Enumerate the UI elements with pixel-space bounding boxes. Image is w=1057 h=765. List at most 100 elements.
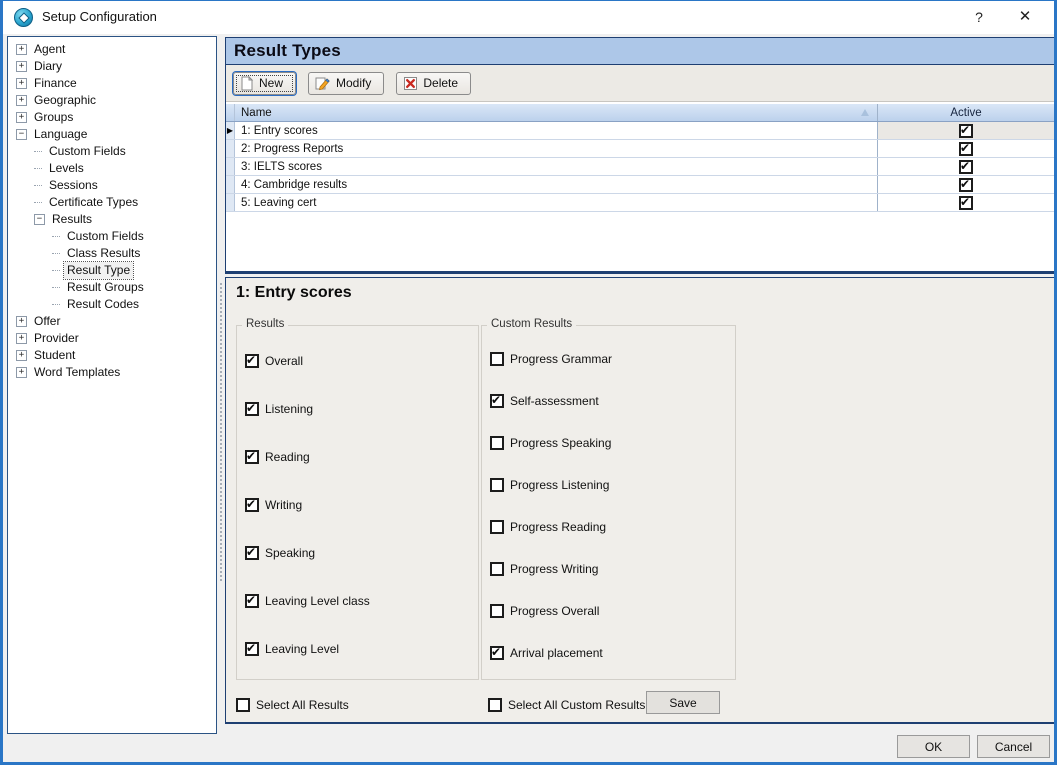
row-selector-cell[interactable]	[226, 176, 235, 193]
custom-result-checkbox-progress-speaking[interactable]: Progress Speaking	[490, 436, 611, 450]
tree-item-label: Levels	[46, 160, 87, 177]
checkbox-icon[interactable]	[490, 562, 504, 576]
result-checkbox-listening[interactable]: Listening	[245, 402, 313, 416]
tree-item-word-templates[interactable]: +Word Templates	[8, 364, 216, 381]
checkbox-icon[interactable]	[490, 352, 504, 366]
table-row[interactable]: 3: IELTS scores	[226, 158, 1054, 176]
tree-item-sessions[interactable]: Sessions	[8, 177, 216, 194]
result-checkbox-overall[interactable]: Overall	[245, 354, 303, 368]
tree-item-language[interactable]: −Language	[8, 126, 216, 143]
row-selector-cell[interactable]	[226, 140, 235, 157]
checkbox-icon[interactable]	[490, 436, 504, 450]
tree-item-result-groups[interactable]: Result Groups	[8, 279, 216, 296]
expand-icon[interactable]: +	[16, 316, 27, 327]
active-checkbox[interactable]	[959, 196, 973, 210]
tree-item-student[interactable]: +Student	[8, 347, 216, 364]
tree-item-agent[interactable]: +Agent	[8, 41, 216, 58]
checkbox-icon[interactable]	[245, 402, 259, 416]
help-button[interactable]: ?	[964, 6, 994, 28]
expand-icon[interactable]: +	[16, 333, 27, 344]
tree-item-offer[interactable]: +Offer	[8, 313, 216, 330]
checkbox-icon[interactable]	[490, 520, 504, 534]
active-checkbox[interactable]	[959, 142, 973, 156]
expand-icon[interactable]: +	[16, 78, 27, 89]
checkbox-icon[interactable]	[245, 642, 259, 656]
result-checkbox-reading[interactable]: Reading	[245, 450, 310, 464]
collapse-icon[interactable]: −	[34, 214, 45, 225]
expand-icon[interactable]: +	[16, 112, 27, 123]
checkbox-icon[interactable]	[490, 478, 504, 492]
checkbox-icon[interactable]	[490, 646, 504, 660]
select-all-results-checkbox[interactable]: Select All Results	[236, 698, 349, 712]
table-row[interactable]: 4: Cambridge results	[226, 176, 1054, 194]
tree-item-certificate-types[interactable]: Certificate Types	[8, 194, 216, 211]
checkbox-icon[interactable]	[236, 698, 250, 712]
custom-result-checkbox-progress-overall[interactable]: Progress Overall	[490, 604, 599, 618]
active-checkbox[interactable]	[959, 124, 973, 138]
checkbox-icon[interactable]	[490, 604, 504, 618]
new-button[interactable]: New	[233, 72, 296, 95]
tree-item-provider[interactable]: +Provider	[8, 330, 216, 347]
panel-splitter[interactable]	[217, 37, 225, 733]
checkbox-icon[interactable]	[245, 498, 259, 512]
expand-icon[interactable]: +	[16, 95, 27, 106]
expand-icon[interactable]: +	[16, 367, 27, 378]
active-checkbox[interactable]	[959, 160, 973, 174]
tree-item-result-type[interactable]: Result Type	[8, 262, 216, 279]
expand-icon[interactable]: +	[16, 61, 27, 72]
active-checkbox[interactable]	[959, 178, 973, 192]
expand-icon[interactable]: +	[16, 350, 27, 361]
save-button[interactable]: Save	[646, 691, 720, 714]
row-name-cell[interactable]: 2: Progress Reports	[235, 140, 877, 157]
custom-result-checkbox-arrival-placement[interactable]: Arrival placement	[490, 646, 603, 660]
custom-result-checkbox-progress-writing[interactable]: Progress Writing	[490, 562, 598, 576]
tree-item-result-codes[interactable]: Result Codes	[8, 296, 216, 313]
result-checkbox-leaving-level-class[interactable]: Leaving Level class	[245, 594, 370, 608]
table-row[interactable]: 5: Leaving cert	[226, 194, 1054, 212]
tree-item-custom-fields[interactable]: Custom Fields	[8, 143, 216, 160]
checkbox-icon[interactable]	[245, 354, 259, 368]
row-name-cell[interactable]: 4: Cambridge results	[235, 176, 877, 193]
checkbox-label: Writing	[265, 498, 302, 512]
custom-result-checkbox-progress-reading[interactable]: Progress Reading	[490, 520, 606, 534]
tree-item-groups[interactable]: +Groups	[8, 109, 216, 126]
table-row[interactable]: 2: Progress Reports	[226, 140, 1054, 158]
row-name-cell[interactable]: 5: Leaving cert	[235, 194, 877, 211]
active-column-header[interactable]: Active	[877, 104, 1054, 121]
cancel-button[interactable]: Cancel	[977, 735, 1050, 758]
checkbox-label: Overall	[265, 354, 303, 368]
row-selector-cell[interactable]	[226, 194, 235, 211]
delete-button[interactable]: Delete	[396, 72, 471, 95]
close-button[interactable]: ✕	[1010, 6, 1040, 28]
table-row[interactable]: ▶1: Entry scores	[226, 122, 1054, 140]
tree-item-levels[interactable]: Levels	[8, 160, 216, 177]
row-name-cell[interactable]: 1: Entry scores	[235, 122, 877, 139]
checkbox-icon[interactable]	[245, 450, 259, 464]
tree-item-diary[interactable]: +Diary	[8, 58, 216, 75]
row-selector-cell[interactable]	[226, 158, 235, 175]
row-name-cell[interactable]: 3: IELTS scores	[235, 158, 877, 175]
ok-button[interactable]: OK	[897, 735, 970, 758]
tree-item-class-results[interactable]: Class Results	[8, 245, 216, 262]
checkbox-icon[interactable]	[245, 546, 259, 560]
tree-item-custom-fields[interactable]: Custom Fields	[8, 228, 216, 245]
checkbox-icon[interactable]	[488, 698, 502, 712]
result-checkbox-writing[interactable]: Writing	[245, 498, 302, 512]
checkbox-icon[interactable]	[490, 394, 504, 408]
custom-result-checkbox-progress-grammar[interactable]: Progress Grammar	[490, 352, 612, 366]
result-checkbox-speaking[interactable]: Speaking	[245, 546, 315, 560]
custom-result-checkbox-progress-listening[interactable]: Progress Listening	[490, 478, 609, 492]
modify-button[interactable]: Modify	[308, 72, 384, 95]
custom-result-checkbox-self-assessment[interactable]: Self-assessment	[490, 394, 599, 408]
checkbox-icon[interactable]	[245, 594, 259, 608]
select-all-custom-results-checkbox[interactable]: Select All Custom Results	[488, 698, 645, 712]
tree-item-results[interactable]: −Results	[8, 211, 216, 228]
select-all-results-label: Select All Results	[256, 698, 349, 712]
tree-item-geographic[interactable]: +Geographic	[8, 92, 216, 109]
name-column-header[interactable]: Name	[235, 104, 877, 121]
current-row-arrow-icon[interactable]: ▶	[226, 122, 235, 139]
tree-item-finance[interactable]: +Finance	[8, 75, 216, 92]
expand-icon[interactable]: +	[16, 44, 27, 55]
result-checkbox-leaving-level[interactable]: Leaving Level	[245, 642, 339, 656]
collapse-icon[interactable]: −	[16, 129, 27, 140]
